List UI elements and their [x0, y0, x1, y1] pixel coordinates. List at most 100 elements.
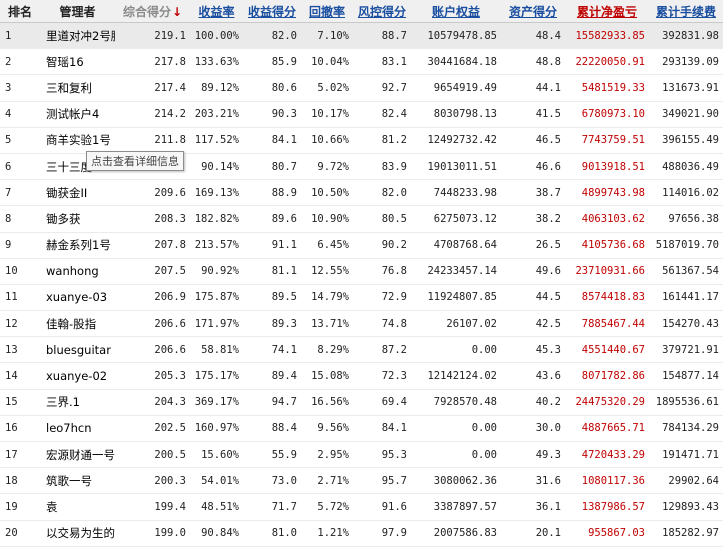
table-row[interactable]: 11 xuanye-03 206.9 175.87% 89.5 14.79% 72.9 119…	[0, 284, 723, 312]
col-return-score[interactable]: 收益得分	[243, 0, 301, 23]
asset-score-cell: 46.6	[501, 153, 565, 181]
composite-score-cell: 206.9	[115, 284, 190, 312]
cum-fee-cell: 561367.54	[649, 258, 723, 285]
table-row[interactable]: 17 宏源财通一号 200.5 15.60% 55.9 2.95% 95.3 0.00 49.3…	[0, 441, 723, 469]
return-score-cell: 74.1	[243, 336, 301, 364]
return-score-cell: 89.3	[243, 310, 301, 338]
table-row[interactable]: 20 以交易为生的 199.0 90.84% 81.0 1.21% 97.9 2007586.…	[0, 520, 723, 547]
col-cum-pnl[interactable]: 累计净盈亏	[565, 0, 649, 23]
return-score-cell: 89.5	[243, 284, 301, 312]
cum-pnl-cell: 4551440.67	[565, 336, 649, 364]
composite-score-cell: 206.6	[115, 310, 190, 338]
drawdown-cell: 10.17%	[301, 101, 353, 128]
drawdown-cell: 14.79%	[301, 284, 353, 312]
asset-score-cell: 43.6	[501, 362, 565, 390]
cum-pnl-cell: 4063103.62	[565, 205, 649, 233]
table-row[interactable]: 4 测试帐户4 214.2 203.21% 90.3 10.17% 82.4 8030798.…	[0, 101, 723, 128]
manager-cell[interactable]: 锄获金II	[40, 179, 115, 207]
manager-cell[interactable]: 锄多获	[40, 205, 115, 233]
composite-score-cell: 219.1	[115, 22, 190, 50]
cum-pnl-cell: 24475320.29	[565, 389, 649, 416]
manager-cell[interactable]: 佳翰-股指	[40, 310, 115, 338]
table-row[interactable]: 19 袁 199.4 48.51% 71.7 5.72% 91.6 3387897.57 36.…	[0, 493, 723, 521]
table-row[interactable]: 15 三界.1 204.3 369.17% 94.7 16.56% 69.4 7928570.…	[0, 389, 723, 416]
col-drawdown[interactable]: 回撤率	[301, 0, 353, 23]
table-row[interactable]: 7 锄获金II 209.6 169.13% 88.9 10.50% 82.0 7448233.…	[0, 179, 723, 207]
col-cum-fee[interactable]: 累计手续费	[649, 0, 723, 23]
cum-fee-cell: 488036.49	[649, 153, 723, 181]
risk-score-cell: 90.2	[353, 232, 411, 259]
table-row[interactable]: 10 wanhong 207.5 90.92% 81.1 12.55% 76.8 242334…	[0, 258, 723, 285]
table-row[interactable]: 16 leo7hcn 202.5 160.97% 88.4 9.56% 84.1 0.00 30…	[0, 415, 723, 443]
manager-cell[interactable]: wanhong	[40, 258, 115, 285]
asset-score-cell: 38.2	[501, 205, 565, 233]
return-score-cell: 84.1	[243, 127, 301, 154]
rank-cell: 16	[0, 415, 40, 443]
equity-cell: 7448233.98	[411, 179, 501, 207]
manager-cell[interactable]: 智瑶16	[40, 48, 115, 76]
return-rate-cell: 100.00%	[190, 22, 243, 50]
return-rate-cell: 54.01%	[190, 467, 243, 495]
drawdown-cell: 10.50%	[301, 179, 353, 207]
return-score-cell: 81.1	[243, 258, 301, 285]
table-row[interactable]: 13 bluesguitar 206.6 58.81% 74.1 8.29% 87.2 0.0…	[0, 336, 723, 364]
risk-score-cell: 95.3	[353, 441, 411, 469]
table-row[interactable]: 14 xuanye-02 205.3 175.17% 89.4 15.08% 72.3 121…	[0, 362, 723, 390]
table-row[interactable]: 8 锄多获 208.3 182.82% 89.6 10.90% 80.5 6275073.12…	[0, 205, 723, 233]
asset-score-cell: 40.2	[501, 389, 565, 416]
row-tooltip: 点击查看详细信息	[86, 151, 184, 171]
risk-score-cell: 83.1	[353, 48, 411, 76]
drawdown-cell: 16.56%	[301, 389, 353, 416]
table-row[interactable]: 18 筑歌一号 200.3 54.01% 73.0 2.71% 95.7 3080062.36…	[0, 467, 723, 495]
manager-cell[interactable]: 三界.1	[40, 389, 115, 416]
manager-cell[interactable]: 商羊实验1号	[40, 127, 115, 154]
risk-score-cell: 84.1	[353, 415, 411, 443]
col-return-rate[interactable]: 收益率	[190, 0, 243, 23]
manager-cell[interactable]: 以交易为生的	[40, 520, 115, 547]
cum-fee-cell: 131673.91	[649, 74, 723, 102]
return-rate-cell: 89.12%	[190, 74, 243, 102]
manager-cell[interactable]: 赫金系列1号	[40, 232, 115, 259]
manager-cell[interactable]: leo7hcn	[40, 415, 115, 443]
manager-cell[interactable]: bluesguitar	[40, 336, 115, 364]
asset-score-cell: 46.5	[501, 127, 565, 154]
manager-cell[interactable]: 宏源财通一号	[40, 441, 115, 469]
drawdown-cell: 12.55%	[301, 258, 353, 285]
table-row[interactable]: 3 三和复利 217.4 89.12% 80.6 5.02% 92.7 9654919.49 4…	[0, 74, 723, 102]
table-row[interactable]: 12 佳翰-股指 206.6 171.97% 89.3 13.71% 74.8 26107.0…	[0, 310, 723, 338]
manager-cell[interactable]: 三和复利	[40, 74, 115, 102]
rank-cell: 1	[0, 22, 40, 50]
cum-fee-cell: 161441.17	[649, 284, 723, 312]
table-row[interactable]: 1 里道对冲2号腾 219.1 100.00% 82.0 7.10% 88.7 1057947…	[0, 22, 723, 50]
table-row[interactable]: 5 商羊实验1号 211.8 117.52% 84.1 10.66% 81.2 1249273…	[0, 127, 723, 154]
rank-cell: 4	[0, 101, 40, 128]
equity-cell: 6275073.12	[411, 205, 501, 233]
return-rate-cell: 48.51%	[190, 493, 243, 521]
drawdown-cell: 1.21%	[301, 520, 353, 547]
manager-cell[interactable]: xuanye-02	[40, 362, 115, 390]
composite-score-cell: 211.8	[115, 127, 190, 154]
drawdown-cell: 7.10%	[301, 22, 353, 50]
col-risk-score[interactable]: 风控得分	[353, 0, 411, 23]
risk-score-cell: 80.5	[353, 205, 411, 233]
manager-cell[interactable]: xuanye-03	[40, 284, 115, 312]
return-score-cell: 88.4	[243, 415, 301, 443]
header-row: 排名 管理者 综合得分↓ 收益率 收益得分 回撤率 风控得分 账户权益 资产得分…	[0, 0, 723, 23]
cum-fee-cell: 392831.98	[649, 22, 723, 50]
manager-cell[interactable]: 里道对冲2号腾	[40, 22, 115, 50]
cum-pnl-cell: 15582933.85	[565, 22, 649, 50]
manager-cell[interactable]: 测试帐户4	[40, 101, 115, 128]
col-equity[interactable]: 账户权益	[411, 0, 501, 23]
asset-score-cell: 48.8	[501, 48, 565, 76]
col-composite[interactable]: 综合得分↓	[115, 0, 190, 23]
cum-pnl-cell: 4887665.71	[565, 415, 649, 443]
table-row[interactable]: 2 智瑶16 217.8 133.63% 85.9 10.04% 83.1 30441684.…	[0, 48, 723, 76]
col-asset-score[interactable]: 资产得分	[501, 0, 565, 23]
cum-fee-cell: 1895536.61	[649, 389, 723, 416]
drawdown-cell: 13.71%	[301, 310, 353, 338]
manager-cell[interactable]: 筑歌一号	[40, 467, 115, 495]
table-row[interactable]: 9 赫金系列1号 207.8 213.57% 91.1 6.45% 90.2 4708768.…	[0, 232, 723, 259]
equity-cell: 12142124.02	[411, 362, 501, 390]
manager-cell[interactable]: 袁	[40, 493, 115, 521]
rank-cell: 8	[0, 205, 40, 233]
